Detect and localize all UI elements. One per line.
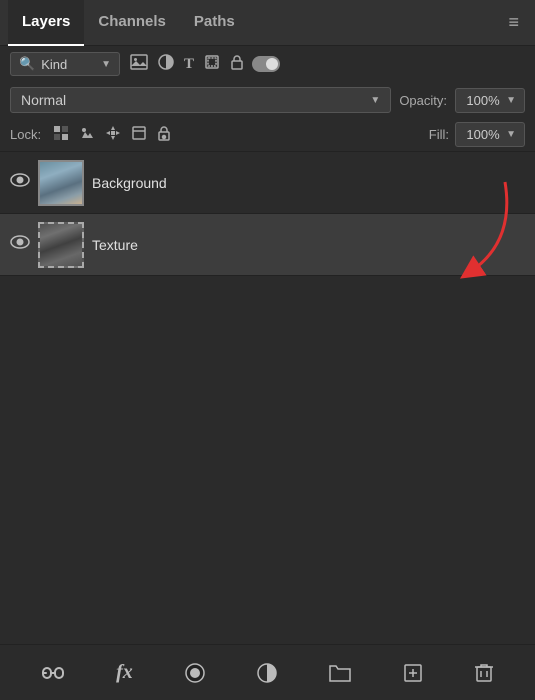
tab-bar: Layers Channels Paths ≡ <box>0 0 535 46</box>
filter-icons: T <box>130 54 244 75</box>
tab-layers[interactable]: Layers <box>8 0 84 46</box>
layer-item-background[interactable]: Background <box>0 152 535 214</box>
lock-filter-icon[interactable] <box>230 54 244 75</box>
image-filter-icon[interactable] <box>130 54 148 75</box>
add-mask-icon[interactable] <box>185 663 205 683</box>
kind-chevron-icon: ▼ <box>101 59 111 70</box>
filter-toggle[interactable] <box>252 56 280 72</box>
tab-channels[interactable]: Channels <box>84 0 180 46</box>
layer-fx-icon[interactable]: fx <box>116 661 133 684</box>
lock-label: Lock: <box>10 127 41 142</box>
lock-row: Lock: Fill: 100% ▼ <box>0 118 535 152</box>
blend-mode-label: Normal <box>21 92 364 108</box>
tab-paths[interactable]: Paths <box>180 0 249 46</box>
layer-thumb-background <box>38 160 84 206</box>
opacity-label: Opacity: <box>399 93 447 108</box>
adjustment-filter-icon[interactable] <box>158 54 174 75</box>
layer-item-texture[interactable]: Texture <box>0 214 535 276</box>
opacity-chevron-icon: ▼ <box>506 95 516 106</box>
layers-panel: Layers Channels Paths ≡ 🔍 Kind ▼ T <box>0 0 535 700</box>
fill-select[interactable]: 100% ▼ <box>455 122 525 147</box>
blend-mode-select[interactable]: Normal ▼ <box>10 87 391 113</box>
new-group-icon[interactable] <box>329 664 351 682</box>
fill-value: 100% <box>464 127 502 142</box>
layer-name-texture: Texture <box>92 237 525 253</box>
layer-visibility-icon-texture[interactable] <box>10 235 30 254</box>
adjustment-layer-icon[interactable] <box>257 663 277 683</box>
text-filter-icon[interactable]: T <box>184 56 194 73</box>
opacity-select[interactable]: 100% ▼ <box>455 88 525 113</box>
layer-thumb-texture <box>38 222 84 268</box>
fill-label: Fill: <box>429 127 449 142</box>
opacity-value: 100% <box>464 93 502 108</box>
blend-mode-row: Normal ▼ Opacity: 100% ▼ <box>0 82 535 118</box>
link-layers-icon[interactable] <box>42 665 64 681</box>
new-layer-icon[interactable] <box>403 663 423 683</box>
layer-visibility-icon-background[interactable] <box>10 173 30 192</box>
delete-layer-icon[interactable] <box>475 663 493 683</box>
lock-icons <box>53 125 171 145</box>
lock-move-icon[interactable] <box>105 125 121 145</box>
kind-filter-select[interactable]: 🔍 Kind ▼ <box>10 52 120 76</box>
kind-label: Kind <box>41 57 95 72</box>
panel-menu-button[interactable]: ≡ <box>500 8 527 37</box>
blend-chevron-icon: ▼ <box>370 95 380 106</box>
layer-name-background: Background <box>92 175 525 191</box>
transform-filter-icon[interactable] <box>204 54 220 75</box>
lock-artboard-icon[interactable] <box>131 125 147 145</box>
lock-all-icon[interactable] <box>157 125 171 145</box>
layers-list: Background Texture <box>0 152 535 644</box>
fill-chevron-icon: ▼ <box>506 129 516 140</box>
search-icon: 🔍 <box>19 56 35 72</box>
lock-transparency-icon[interactable] <box>53 125 69 145</box>
lock-image-icon[interactable] <box>79 125 95 145</box>
fill-group: Fill: 100% ▼ <box>429 122 525 147</box>
filter-row: 🔍 Kind ▼ T <box>0 46 535 82</box>
bottom-toolbar: fx <box>0 644 535 700</box>
